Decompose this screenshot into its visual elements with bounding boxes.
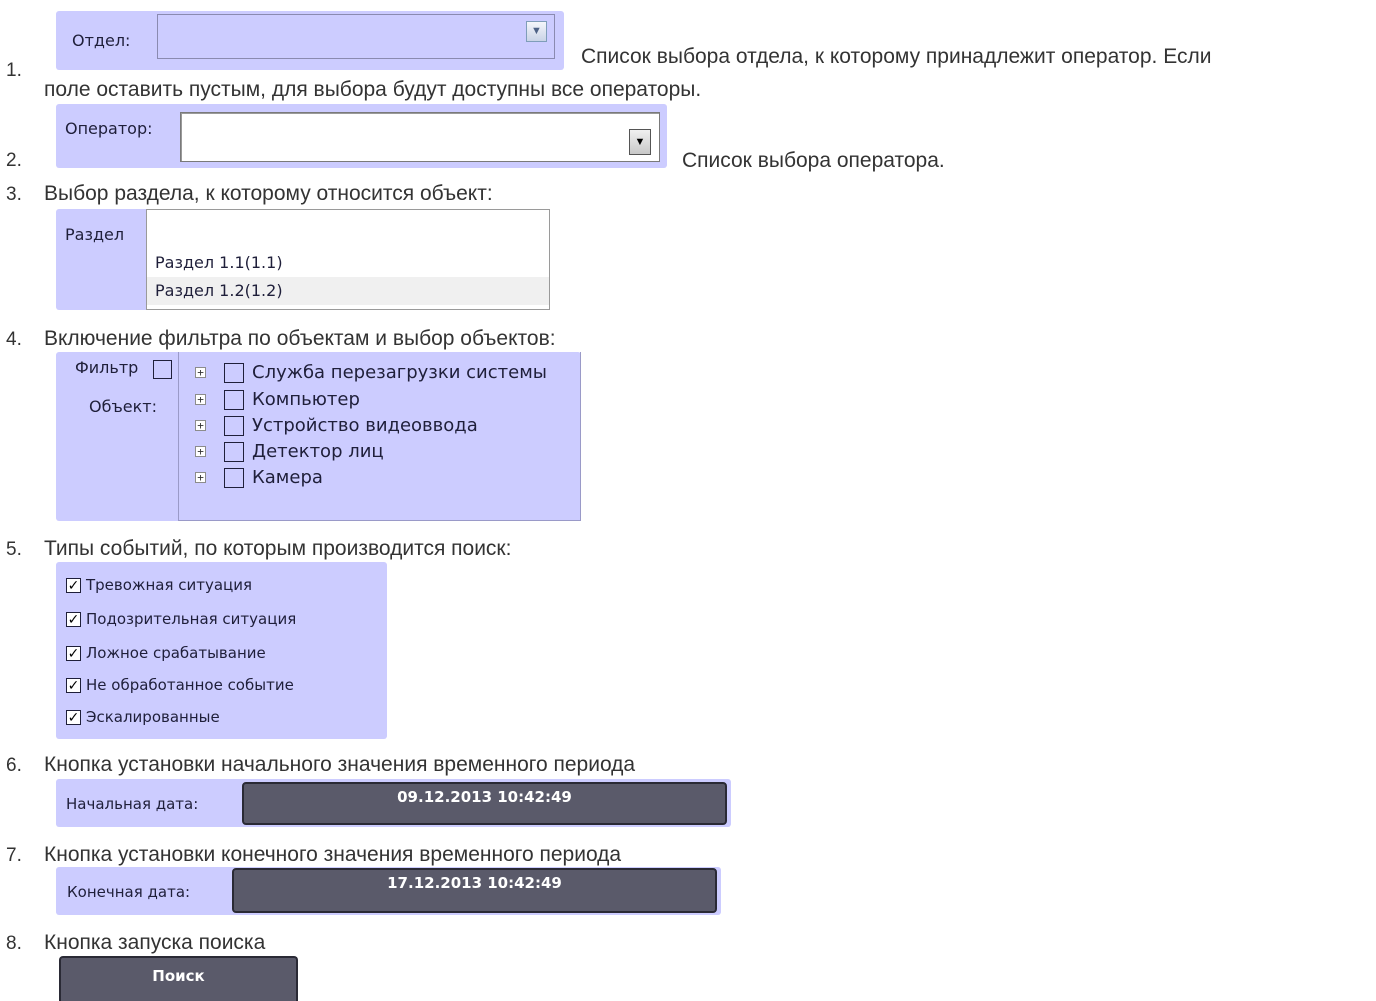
check-icon[interactable]: ✓: [66, 612, 81, 627]
tree-item-label: Компьютер: [252, 389, 360, 410]
item-description: Кнопка установки начального значения вре…: [44, 753, 636, 776]
section-panel: Раздел Раздел 1.1(1.1) Раздел 1.2(1.2): [56, 209, 550, 310]
object-checkbox[interactable]: [224, 390, 244, 410]
start-date-value: 09.12.2013 10:42:49: [397, 788, 572, 806]
event-type-label: Тревожная ситуация: [86, 576, 253, 594]
end-date-button[interactable]: 17.12.2013 10:42:49: [232, 868, 717, 913]
chevron-down-icon[interactable]: ▼: [629, 129, 651, 155]
department-label: Отдел:: [72, 31, 131, 50]
item-description: поле оставить пустым, для выбора будут д…: [44, 78, 702, 101]
item-number: 7.: [6, 845, 22, 866]
item-description: Список выбора отдела, к которому принадл…: [581, 45, 1212, 68]
event-type-label: Подозрительная ситуация: [86, 610, 297, 628]
item-number: 2.: [6, 150, 22, 171]
operator-label: Оператор:: [65, 119, 153, 138]
plus-expander-icon[interactable]: +: [195, 446, 206, 457]
start-date-panel: Начальная дата: 09.12.2013 10:42:49: [56, 779, 731, 827]
item-number: 1.: [6, 60, 22, 81]
object-tree: + Служба перезагрузки системы + Компьюте…: [178, 352, 581, 521]
chevron-down-icon[interactable]: ▼: [526, 21, 547, 42]
end-date-panel: Конечная дата: 17.12.2013 10:42:49: [56, 867, 721, 915]
item-description: Список выбора оператора.: [682, 149, 945, 172]
start-date-button[interactable]: 09.12.2013 10:42:49: [242, 782, 727, 825]
check-icon[interactable]: ✓: [66, 646, 81, 661]
operator-panel: Оператор: ▼: [56, 104, 667, 168]
event-type-label: Ложное срабатывание: [86, 644, 266, 662]
search-button-label: Поиск: [152, 967, 205, 985]
object-checkbox[interactable]: [224, 442, 244, 462]
item-number: 5.: [6, 539, 22, 560]
section-list[interactable]: Раздел 1.1(1.1) Раздел 1.2(1.2): [146, 209, 550, 310]
event-types-panel: ✓ Тревожная ситуация ✓ Подозрительная си…: [56, 562, 387, 739]
list-item[interactable]: Раздел 1.2(1.2): [147, 277, 549, 305]
document: 1. Отдел: ▼ Список выбора отдела, к кото…: [0, 0, 1376, 1001]
check-icon[interactable]: ✓: [66, 678, 81, 693]
item-description: Кнопка запуска поиска: [44, 931, 266, 954]
object-label: Объект:: [89, 397, 157, 416]
item-description: Типы событий, по которым производится по…: [44, 537, 512, 560]
object-checkbox[interactable]: [224, 363, 244, 383]
event-type-label: Не обработанное событие: [86, 676, 294, 694]
end-date-value: 17.12.2013 10:42:49: [387, 874, 562, 892]
event-type-label: Эскалированные: [86, 708, 220, 726]
plus-expander-icon[interactable]: +: [195, 420, 206, 431]
item-number: 4.: [6, 329, 22, 350]
department-panel: Отдел: ▼: [56, 11, 564, 70]
check-icon[interactable]: ✓: [66, 710, 81, 725]
tree-item-label: Камера: [252, 467, 323, 488]
event-type-row[interactable]: ✓ Подозрительная ситуация: [66, 609, 376, 631]
item-number: 8.: [6, 933, 22, 954]
end-date-label: Конечная дата:: [67, 883, 191, 901]
object-checkbox[interactable]: [224, 468, 244, 488]
event-type-row[interactable]: ✓ Тревожная ситуация: [66, 575, 376, 597]
plus-expander-icon[interactable]: +: [195, 472, 206, 483]
event-type-row[interactable]: ✓ Ложное срабатывание: [66, 643, 376, 665]
operator-select[interactable]: ▼: [180, 112, 660, 162]
item-description: Включение фильтра по объектам и выбор об…: [44, 327, 556, 350]
object-checkbox[interactable]: [224, 416, 244, 436]
filter-checkbox[interactable]: [153, 360, 172, 379]
start-date-label: Начальная дата:: [66, 795, 199, 813]
event-type-row[interactable]: ✓ Эскалированные: [66, 707, 376, 729]
plus-expander-icon[interactable]: +: [195, 394, 206, 405]
section-label: Раздел: [65, 225, 125, 244]
item-description: Кнопка установки конечного значения врем…: [44, 843, 622, 866]
filter-label: Фильтр: [75, 358, 139, 377]
tree-item-label: Детектор лиц: [252, 441, 384, 462]
tree-item-label: Устройство видеоввода: [252, 415, 478, 436]
list-item[interactable]: Раздел 1.1(1.1): [147, 249, 549, 277]
check-icon[interactable]: ✓: [66, 578, 81, 593]
item-number: 6.: [6, 755, 22, 776]
item-number: 3.: [6, 184, 22, 205]
department-select[interactable]: ▼: [157, 14, 555, 59]
tree-item-label: Служба перезагрузки системы: [252, 362, 547, 383]
event-type-row[interactable]: ✓ Не обработанное событие: [66, 675, 376, 697]
search-button[interactable]: Поиск: [59, 956, 298, 1001]
plus-expander-icon[interactable]: +: [195, 367, 206, 378]
item-description: Выбор раздела, к которому относится объе…: [44, 182, 493, 205]
object-filter-panel: Фильтр Объект: + Служба перезагрузки сис…: [56, 352, 581, 521]
